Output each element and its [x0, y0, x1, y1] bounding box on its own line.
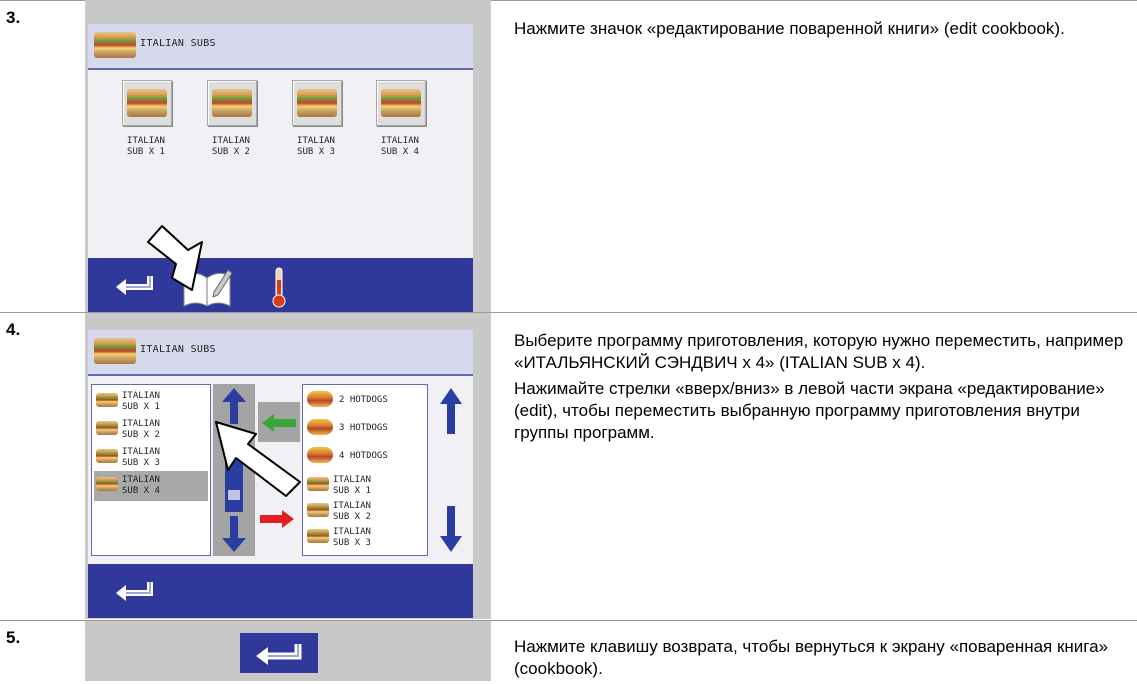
move-down-arrow-icon[interactable] — [222, 516, 246, 552]
program-button[interactable] — [122, 80, 172, 126]
program-button[interactable] — [292, 80, 342, 126]
page-up-arrow-icon[interactable] — [440, 388, 462, 434]
step-number: 4. — [6, 320, 21, 339]
pointer-arrow-icon — [147, 225, 203, 291]
program-label: ITALIAN SUB X 3 — [297, 136, 335, 157]
sandwich-icon — [381, 89, 421, 117]
sandwich-icon — [96, 449, 118, 463]
screen-title: ITALIAN SUBS — [140, 38, 216, 49]
step-description: Выберите программу приготовления, котору… — [514, 330, 1128, 448]
sandwich-icon — [212, 89, 252, 117]
edit-list-right: 2 HOTDOGS 3 HOTDOGS 4 HOTDOGS ITALIAN SUB… — [302, 384, 428, 556]
program-label: ITALIAN SUB X 2 — [212, 136, 250, 157]
oven-screen: ITALIAN SUBS ITALIAN SUB X 1 ITALIAN SUB X… — [88, 24, 473, 312]
list-item[interactable]: 3 HOTDOGS — [305, 415, 425, 441]
back-key[interactable] — [240, 633, 318, 673]
sandwich-icon — [307, 503, 329, 517]
sandwich-icon — [307, 477, 329, 491]
list-item[interactable]: ITALIAN SUB X 2 — [94, 415, 208, 445]
program-label: ITALIAN SUB X 1 — [127, 136, 165, 157]
step-description: Нажмите клавишу возврата, чтобы вернутьс… — [514, 636, 1128, 684]
screen-bottombar — [88, 564, 473, 618]
description-text: Нажимайте стрелки «вверх/вниз» в левой ч… — [514, 379, 1105, 442]
back-arrow-icon[interactable] — [114, 580, 156, 602]
sandwich-icon — [307, 529, 329, 543]
edit-list-left: ITALIAN SUB X 1 ITALIAN SUB X 2 ITALIAN SUB… — [91, 384, 211, 556]
page-down-arrow-icon[interactable] — [440, 506, 462, 552]
program-label: ITALIAN SUB X 4 — [381, 136, 419, 157]
list-item-selected[interactable]: ITALIAN SUB X 4 — [94, 471, 208, 501]
list-item[interactable]: ITALIAN SUB X 3 — [94, 443, 208, 473]
list-item[interactable]: 2 HOTDOGS — [305, 387, 425, 413]
list-item[interactable]: ITALIAN SUB X 1 — [94, 387, 208, 417]
sandwich-icon — [127, 89, 167, 117]
oven-screen: ITALIAN SUBS ITALIAN SUB X 1 ITALIAN SUB X… — [88, 330, 473, 618]
screen-titlebar: ITALIAN SUBS — [88, 330, 473, 376]
program-button[interactable] — [376, 80, 426, 126]
list-item[interactable]: 4 HOTDOGS — [305, 443, 425, 469]
description-text: Выберите программу приготовления, котору… — [514, 331, 1124, 372]
sandwich-icon — [94, 338, 136, 364]
description-text: Нажмите клавишу возврата, чтобы вернутьс… — [514, 637, 1109, 678]
step-number: 3. — [6, 8, 21, 27]
back-arrow-icon — [256, 644, 302, 665]
pointer-arrow-icon — [215, 421, 301, 497]
hotdog-icon — [307, 447, 333, 463]
thermometer-icon[interactable] — [272, 266, 286, 308]
program-button[interactable] — [207, 80, 257, 126]
step-description: Нажмите значок «редактирование поваренно… — [514, 18, 1128, 44]
sandwich-icon — [96, 421, 118, 435]
sandwich-icon — [96, 477, 118, 491]
step-number: 5. — [6, 628, 21, 647]
hotdog-icon — [307, 419, 333, 435]
description-text: Нажмите значок «редактирование поваренно… — [514, 19, 1065, 38]
sandwich-icon — [96, 393, 118, 407]
sandwich-icon — [297, 89, 337, 117]
sandwich-icon — [94, 32, 136, 58]
screen-title: ITALIAN SUBS — [140, 344, 216, 355]
hotdog-icon — [307, 391, 333, 407]
screen-titlebar: ITALIAN SUBS — [88, 24, 473, 70]
red-right-arrow-icon[interactable] — [260, 510, 294, 528]
list-item[interactable]: ITALIAN SUB X 3 — [305, 523, 425, 553]
